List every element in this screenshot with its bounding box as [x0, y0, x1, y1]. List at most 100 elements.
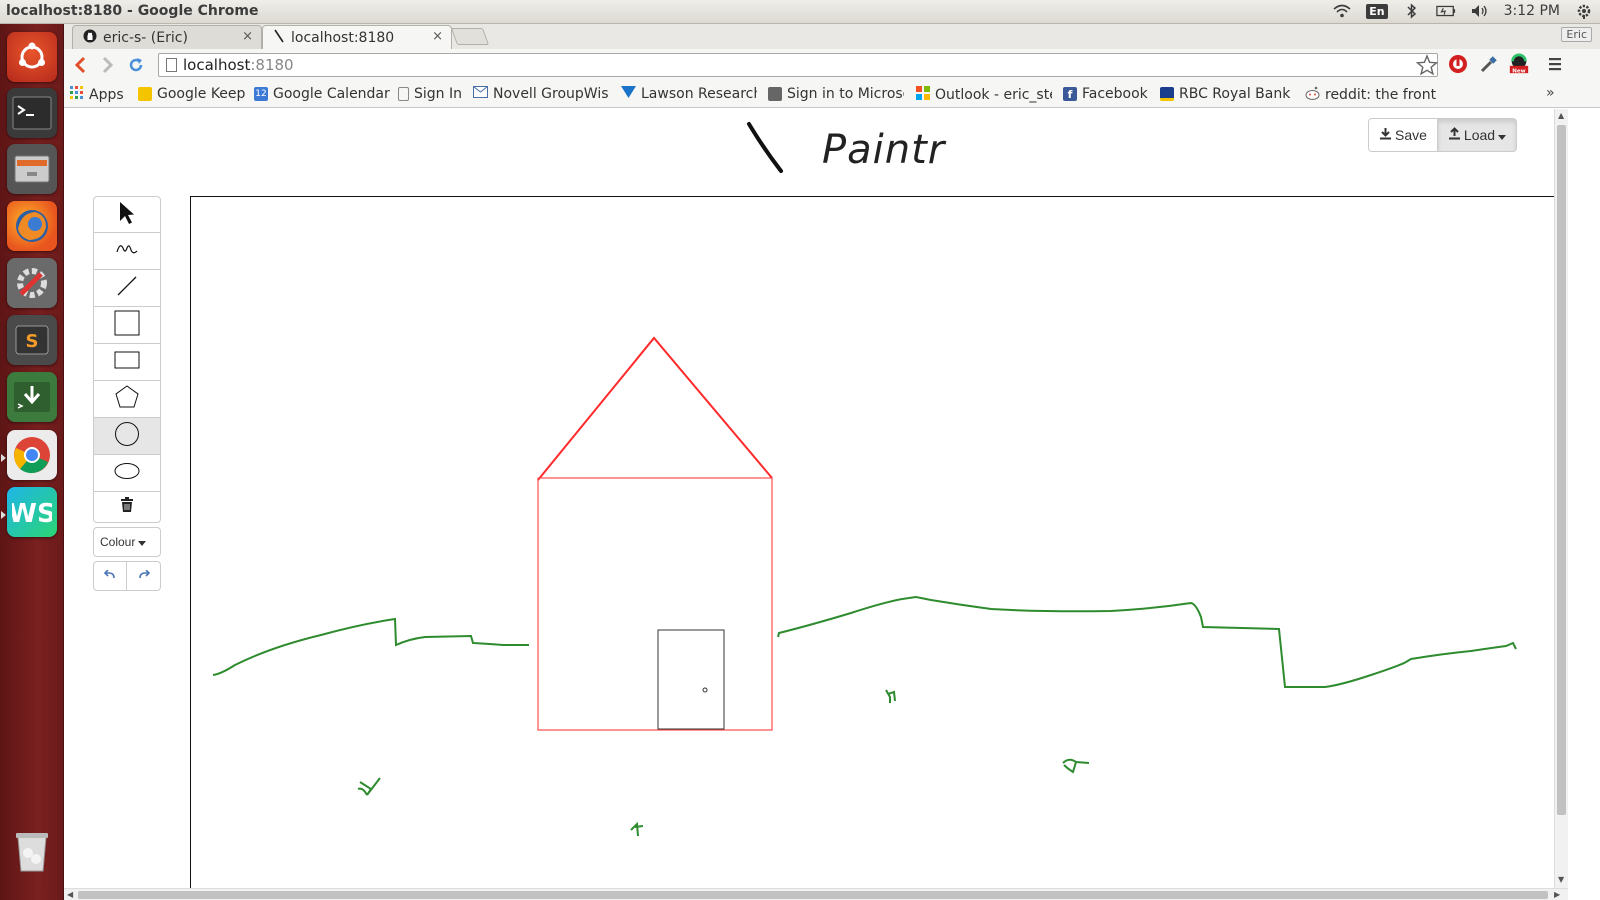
grass-line-right[interactable]: [777, 595, 1517, 688]
undo-button[interactable]: [93, 561, 127, 591]
bookmark-microsoft-sign-in[interactable]: Sign in to Microso: [768, 86, 904, 102]
bookmark-google-keep[interactable]: Google Keep: [138, 86, 245, 102]
tool-circle[interactable]: [93, 418, 161, 455]
bookmark-label: RBC Royal Bank -: [1179, 86, 1292, 102]
lawson-icon: [621, 86, 636, 102]
bookmark-star-icon[interactable]: [1415, 49, 1439, 81]
save-button[interactable]: Save: [1368, 118, 1438, 152]
rbc-icon: [1160, 87, 1174, 101]
firefox-icon[interactable]: [7, 201, 57, 251]
scroll-right-icon[interactable]: ▶: [1554, 890, 1560, 899]
undo-redo-group: [93, 561, 161, 591]
cursor-arrow-icon: [118, 201, 136, 229]
system-settings-icon[interactable]: [7, 258, 57, 308]
clock[interactable]: 3:12 PM: [1504, 3, 1560, 19]
bookmarks-overflow-icon[interactable]: »: [1546, 85, 1555, 101]
grass-tuft[interactable]: [1062, 758, 1090, 774]
bookmark-sign-in[interactable]: Sign In: [398, 86, 462, 102]
system-gear-icon[interactable]: [1574, 2, 1594, 20]
chrome-menu-icon[interactable]: [1544, 53, 1566, 75]
volume-icon[interactable]: [1470, 2, 1490, 20]
back-icon[interactable]: [66, 51, 94, 79]
chrome-icon[interactable]: [7, 430, 57, 480]
download-manager-icon[interactable]: [7, 372, 57, 422]
url-port: :8180: [250, 56, 294, 74]
tool-polygon[interactable]: [93, 381, 161, 418]
facebook-icon: f: [1063, 87, 1077, 101]
bookmark-google-calendar[interactable]: 12 Google Calendar: [254, 86, 390, 102]
tab-localhost[interactable]: localhost:8180 ×: [262, 25, 452, 49]
line-icon: [116, 275, 138, 301]
webstorm-icon[interactable]: WS: [7, 487, 57, 537]
load-dropdown-button[interactable]: Load: [1437, 118, 1518, 152]
ubuntu-dash-icon[interactable]: [7, 32, 57, 82]
tool-square[interactable]: [93, 307, 161, 344]
horizontal-scrollbar[interactable]: ◀ ▶: [64, 888, 1568, 900]
forward-icon[interactable]: [94, 51, 122, 79]
bookmark-rbc[interactable]: RBC Royal Bank -: [1160, 86, 1292, 102]
keyboard-language-indicator[interactable]: En: [1366, 3, 1388, 19]
bookmark-label: Sign in to Microso: [787, 86, 904, 102]
tab-github[interactable]: eric-s- (Eric) ×: [72, 25, 262, 49]
vertical-scrollbar[interactable]: ▲ ▼: [1554, 109, 1568, 888]
terminal-icon[interactable]: [7, 88, 57, 138]
profile-badge[interactable]: Eric: [1561, 27, 1592, 42]
bookmark-novell-groupwise[interactable]: Novell GroupWise: [473, 86, 609, 102]
grass-tuft[interactable]: [630, 821, 644, 837]
bookmark-label: Lawson Research: [641, 86, 757, 102]
extension-new-icon[interactable]: New: [1508, 53, 1530, 75]
upload-icon: [1448, 127, 1461, 143]
door-knob-circle[interactable]: [702, 687, 708, 693]
battery-icon[interactable]: [1435, 2, 1456, 20]
bookmark-facebook[interactable]: f Facebook: [1063, 86, 1148, 102]
trash-icon[interactable]: [7, 826, 57, 876]
tool-line[interactable]: [93, 270, 161, 307]
github-icon: [83, 29, 97, 47]
scroll-up-icon[interactable]: ▲: [1558, 111, 1564, 120]
sublime-text-icon[interactable]: S: [7, 315, 57, 365]
tool-ellipse[interactable]: [93, 455, 161, 492]
wifi-icon[interactable]: [1332, 2, 1352, 20]
address-bar[interactable]: localhost:8180: [158, 53, 1438, 77]
bookmark-label: Facebook: [1082, 86, 1148, 102]
door-rectangle[interactable]: [657, 629, 725, 730]
freehand-squiggle-icon: [115, 240, 139, 262]
tab-close-button[interactable]: ×: [242, 29, 253, 44]
scroll-left-icon[interactable]: ◀: [67, 890, 73, 899]
new-tab-button[interactable]: [450, 28, 490, 45]
bookmark-label: Google Keep: [157, 86, 246, 102]
redo-button[interactable]: [127, 561, 161, 591]
tool-delete[interactable]: [93, 492, 161, 523]
grass-line-left[interactable]: [212, 617, 529, 676]
load-label: Load: [1463, 127, 1496, 143]
files-icon[interactable]: [7, 144, 57, 194]
bookmark-apps[interactable]: Apps: [70, 86, 124, 104]
bookmark-lawson-research[interactable]: Lawson Research: [621, 86, 757, 102]
tool-select[interactable]: [93, 196, 161, 233]
colour-dropdown-button[interactable]: Colour: [93, 527, 161, 557]
drawing-canvas[interactable]: [190, 196, 1554, 900]
rectangle-icon: [114, 350, 140, 374]
tool-rectangle[interactable]: [93, 344, 161, 381]
grass-tuft[interactable]: [357, 777, 381, 796]
bookmark-outlook[interactable]: Outlook - eric_ste: [916, 86, 1052, 104]
scroll-down-icon[interactable]: ▼: [1558, 875, 1564, 884]
horizontal-scroll-thumb[interactable]: [78, 891, 1548, 899]
tab-close-button[interactable]: ×: [432, 29, 443, 44]
vertical-scroll-thumb[interactable]: [1557, 125, 1566, 815]
reload-icon[interactable]: [122, 51, 150, 79]
grass-tuft[interactable]: [885, 689, 896, 703]
url-host: localhost: [183, 56, 251, 74]
system-tray: En 3:12 PM: [1332, 2, 1594, 20]
eyedropper-icon[interactable]: [1478, 53, 1500, 75]
bluetooth-icon[interactable]: [1402, 2, 1422, 20]
svg-text:New: New: [1512, 68, 1525, 74]
house-rectangle[interactable]: [537, 477, 773, 731]
bookmark-reddit[interactable]: reddit: the front p: [1305, 86, 1441, 104]
extension-red-icon[interactable]: [1447, 53, 1469, 75]
roof-triangle[interactable]: [537, 336, 773, 481]
redo-icon: [138, 568, 150, 584]
tool-palette: Colour: [93, 196, 161, 591]
tool-freehand[interactable]: [93, 233, 161, 270]
browser-window: eric-s- (Eric) × localhost:8180 × Eric l…: [64, 24, 1600, 900]
